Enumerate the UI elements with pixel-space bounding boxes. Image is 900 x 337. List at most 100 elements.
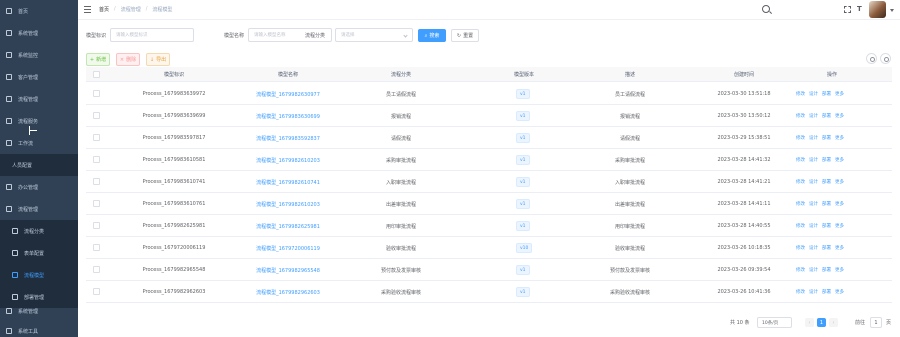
deploy-link[interactable]: 部署 (822, 289, 831, 295)
design-link[interactable]: 设计 (809, 289, 818, 295)
model-name-link[interactable]: 流程模型_1679983592837 (248, 135, 328, 142)
toggle-search-icon[interactable] (866, 53, 877, 64)
select-all-checkbox[interactable] (93, 71, 100, 78)
design-link[interactable]: 设计 (809, 201, 818, 207)
sidebar-item-monitor[interactable]: 系统监控 (0, 44, 78, 66)
more-link[interactable]: 更多 (835, 267, 844, 273)
row-checkbox[interactable] (93, 156, 100, 163)
sidebar-item-form[interactable]: 表单配置 (0, 242, 78, 264)
design-link[interactable]: 设计 (809, 267, 818, 273)
delete-button[interactable]: × 删除 (116, 53, 140, 66)
model-name-link[interactable]: 流程模型_1679982962603 (248, 289, 328, 296)
sidebar-item-system[interactable]: 系统管理 (0, 22, 78, 44)
edit-link[interactable]: 修改 (796, 201, 805, 207)
sidebar-item-model[interactable]: 流程模型 (0, 264, 78, 286)
deploy-link[interactable]: 部署 (822, 91, 831, 97)
model-name-link[interactable]: 流程模型_1679982630977 (248, 91, 328, 98)
breadcrumb-item[interactable]: 流程管理 (121, 6, 141, 13)
more-link[interactable]: 更多 (835, 223, 844, 229)
caret-down-icon[interactable] (890, 9, 894, 12)
more-link[interactable]: 更多 (835, 135, 844, 141)
reset-button[interactable]: ↻ 重置 (451, 29, 479, 42)
edit-link[interactable]: 修改 (796, 91, 805, 97)
edit-link[interactable]: 修改 (796, 135, 805, 141)
avatar[interactable] (869, 1, 886, 18)
more-link[interactable]: 更多 (835, 201, 844, 207)
design-link[interactable]: 设计 (809, 179, 818, 185)
model-key-input[interactable]: 请输入模型标识 (110, 28, 194, 42)
next-page-button[interactable]: › (829, 318, 838, 327)
row-checkbox[interactable] (93, 178, 100, 185)
design-link[interactable]: 设计 (809, 245, 818, 251)
row-checkbox[interactable] (93, 222, 100, 229)
deploy-link[interactable]: 部署 (822, 223, 831, 229)
deploy-link[interactable]: 部署 (822, 135, 831, 141)
sidebar-item-office[interactable]: 办公管理 (0, 176, 78, 198)
font-size-icon[interactable]: T (857, 5, 862, 13)
design-link[interactable]: 设计 (809, 223, 818, 229)
more-link[interactable]: 更多 (835, 179, 844, 185)
fullscreen-icon[interactable] (844, 6, 851, 13)
row-checkbox[interactable] (93, 112, 100, 119)
design-link[interactable]: 设计 (809, 91, 818, 97)
row-checkbox[interactable] (93, 90, 100, 97)
row-checkbox[interactable] (93, 266, 100, 273)
more-link[interactable]: 更多 (835, 289, 844, 295)
model-name-link[interactable]: 流程模型_1679982965548 (248, 267, 328, 274)
add-button[interactable]: + 新增 (86, 53, 110, 66)
sidebar-item-tools[interactable]: 系统工具 (0, 320, 78, 337)
design-link[interactable]: 设计 (809, 135, 818, 141)
search-icon[interactable] (762, 5, 770, 13)
deploy-link[interactable]: 部署 (822, 113, 831, 119)
sidebar-item-staff[interactable]: 人员配置 (0, 154, 78, 176)
edit-link[interactable]: 修改 (796, 179, 805, 185)
more-link[interactable]: 更多 (835, 91, 844, 97)
page-size-select[interactable]: 10条/页 (757, 317, 792, 328)
sidebar-item-flow-manage[interactable]: 流程管理 (0, 198, 78, 220)
row-checkbox[interactable] (93, 288, 100, 295)
edit-link[interactable]: 修改 (796, 113, 805, 119)
edit-link[interactable]: 修改 (796, 289, 805, 295)
edit-link[interactable]: 修改 (796, 223, 805, 229)
sidebar-item-process[interactable]: 流程管理 (0, 88, 78, 110)
row-actions: 修改 设计 部署 更多 (796, 113, 844, 119)
model-name-link[interactable]: 流程模型_1679982610203 (248, 157, 328, 164)
model-name-link[interactable]: 流程模型_1679982610741 (248, 179, 328, 186)
prev-page-button[interactable]: ‹ (805, 318, 814, 327)
row-checkbox[interactable] (93, 134, 100, 141)
sidebar-item-workflow[interactable]: 工作流 (0, 132, 78, 154)
deploy-link[interactable]: 部署 (822, 157, 831, 163)
sidebar-item-service[interactable]: 流程服务 (0, 110, 78, 132)
hamburger-icon[interactable] (84, 6, 91, 13)
category-select[interactable]: 请选择 (335, 28, 413, 42)
deploy-link[interactable]: 部署 (822, 245, 831, 251)
more-link[interactable]: 更多 (835, 113, 844, 119)
deploy-link[interactable]: 部署 (822, 267, 831, 273)
model-name-label: 模型名称 (224, 33, 245, 39)
design-link[interactable]: 设计 (809, 157, 818, 163)
sidebar-item-customer[interactable]: 客户管理 (0, 66, 78, 88)
model-name-link[interactable]: 流程模型_1679720006119 (248, 245, 328, 252)
sidebar-item-system-2[interactable]: 系统管理 (0, 300, 78, 322)
search-button[interactable]: ⌕ 搜索 (418, 29, 446, 42)
goto-page-input[interactable]: 1 (870, 317, 882, 328)
model-name-link[interactable]: 流程模型_1679982610203 (248, 201, 328, 208)
row-checkbox[interactable] (93, 244, 100, 251)
export-button[interactable]: ↓ 导出 (146, 53, 170, 66)
more-link[interactable]: 更多 (835, 157, 844, 163)
edit-link[interactable]: 修改 (796, 267, 805, 273)
model-name-link[interactable]: 流程模型_1679983630699 (248, 113, 328, 120)
page-number-button[interactable]: 1 (817, 318, 826, 327)
model-name-link[interactable]: 流程模型_1679982625981 (248, 223, 328, 230)
row-checkbox[interactable] (93, 200, 100, 207)
breadcrumb-item[interactable]: 首页 (99, 6, 109, 13)
refresh-table-icon[interactable] (880, 53, 891, 64)
deploy-link[interactable]: 部署 (822, 179, 831, 185)
edit-link[interactable]: 修改 (796, 245, 805, 251)
edit-link[interactable]: 修改 (796, 157, 805, 163)
sidebar-item-home[interactable]: 首页 (0, 0, 78, 22)
deploy-link[interactable]: 部署 (822, 201, 831, 207)
design-link[interactable]: 设计 (809, 113, 818, 119)
sidebar-item-category[interactable]: 流程分类 (0, 220, 78, 242)
more-link[interactable]: 更多 (835, 245, 844, 251)
